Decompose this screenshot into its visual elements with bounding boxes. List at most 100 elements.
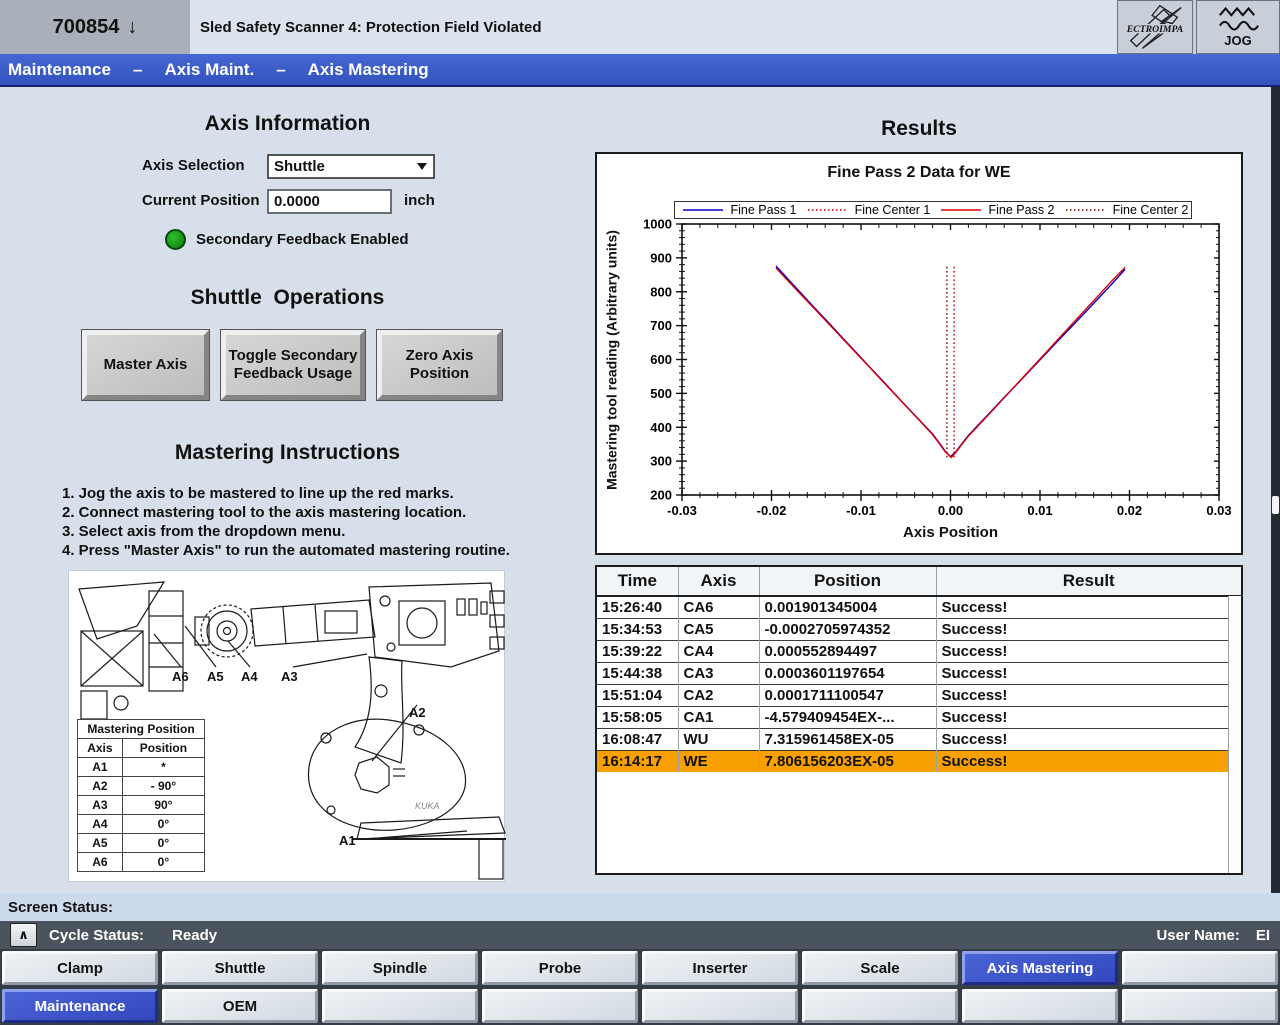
softkey-empty[interactable] — [642, 989, 798, 1023]
result-cell-position: 0.0001711100547 — [759, 685, 936, 707]
result-cell-axis: WU — [678, 729, 759, 751]
collapse-button[interactable]: ∧ — [10, 923, 37, 947]
results-col-result: Result — [936, 567, 1241, 596]
alarm-message: Sled Safety Scanner 4: Protection Field … — [190, 0, 1117, 54]
results-col-axis: Axis — [678, 567, 759, 596]
instruction-step: 3. Select axis from the dropdown menu. — [62, 522, 510, 541]
results-title: Results — [595, 117, 1243, 141]
softkey-axis-mastering[interactable]: Axis Mastering — [962, 951, 1118, 985]
softkey-empty[interactable] — [322, 989, 478, 1023]
svg-text:800: 800 — [650, 284, 672, 299]
hmi-screen: 700854 ↓ Sled Safety Scanner 4: Protecti… — [0, 0, 1280, 1025]
current-position-label: Current Position — [142, 192, 260, 209]
result-cell-position: 7.315961458EX-05 — [759, 729, 936, 751]
result-cell-time: 16:14:17 — [597, 751, 678, 773]
instruction-step: 4. Press "Master Axis" to run the automa… — [62, 541, 510, 560]
current-position-field[interactable] — [267, 189, 392, 214]
softkey-spindle[interactable]: Spindle — [322, 951, 478, 985]
result-cell-position: 0.0003601197654 — [759, 663, 936, 685]
result-row[interactable]: 15:44:38CA30.0003601197654Success! — [597, 663, 1241, 685]
arrow-down-icon: ↓ — [127, 16, 137, 39]
softkey-empty[interactable] — [962, 989, 1118, 1023]
screen-scrollbar-track — [1271, 87, 1280, 893]
result-cell-result: Success! — [936, 663, 1241, 685]
screen-status-bar: Screen Status: — [0, 893, 1280, 921]
robot-diagram: KUKA A1 A2 A3 A4 A5 A6 Mastering Positio… — [68, 570, 505, 882]
results-scrollbar-track — [1228, 596, 1241, 873]
mp-cell: A5 — [78, 834, 123, 853]
result-row[interactable]: 16:14:17WE7.806156203EX-05Success! — [597, 751, 1241, 773]
mp-row: A2- 90° — [78, 777, 205, 796]
result-cell-time: 15:58:05 — [597, 707, 678, 729]
result-cell-time: 15:51:04 — [597, 685, 678, 707]
softkey-empty[interactable] — [1122, 951, 1278, 985]
mp-col-axis: Axis — [78, 739, 123, 758]
result-cell-result: Success! — [936, 729, 1241, 751]
mp-row: A60° — [78, 853, 205, 872]
result-row[interactable]: 15:34:53CA5-0.0002705974352Success! — [597, 619, 1241, 641]
breadcrumb-separator: – — [133, 60, 142, 80]
result-row[interactable]: 15:39:22CA40.000552894497Success! — [597, 641, 1241, 663]
result-cell-position: 7.806156203EX-05 — [759, 751, 936, 773]
user-name-label: User Name: — [1156, 927, 1239, 944]
mp-row: A50° — [78, 834, 205, 853]
result-cell-position: -4.579409454EX-... — [759, 707, 936, 729]
electroimpact-logo-button[interactable]: ECTROIMPA — [1117, 0, 1193, 54]
series-fine-pass-2 — [776, 267, 1125, 457]
mastering-instructions-list: 1. Jog the axis to be mastered to line u… — [62, 484, 510, 560]
axis-label-a3: A3 — [281, 669, 298, 684]
axis-label-a2: A2 — [409, 705, 426, 720]
result-cell-result: Success! — [936, 751, 1241, 773]
softkey-inserter[interactable]: Inserter — [642, 951, 798, 985]
result-cell-position: 0.001901345004 — [759, 596, 936, 619]
softkey-empty[interactable] — [1122, 989, 1278, 1023]
mp-col-position: Position — [122, 739, 204, 758]
user-name-value: EI — [1256, 927, 1270, 944]
breadcrumb-item-maintenance: Maintenance — [8, 60, 111, 80]
mp-cell: A2 — [78, 777, 123, 796]
result-cell-axis: CA4 — [678, 641, 759, 663]
cycle-status-value: Ready — [172, 927, 217, 944]
mp-cell: 90° — [122, 796, 204, 815]
result-cell-time: 15:44:38 — [597, 663, 678, 685]
result-cell-time: 15:34:53 — [597, 619, 678, 641]
axis-selection-label: Axis Selection — [142, 157, 245, 174]
softkey-maintenance[interactable]: Maintenance — [2, 989, 158, 1023]
result-cell-result: Success! — [936, 641, 1241, 663]
shuttle-operations-title: Shuttle Operations — [0, 286, 575, 310]
jog-button[interactable]: JOG — [1196, 0, 1280, 54]
softkey-empty[interactable] — [802, 989, 958, 1023]
result-row[interactable]: 15:58:05CA1-4.579409454EX-...Success! — [597, 707, 1241, 729]
mp-cell: A3 — [78, 796, 123, 815]
softkey-empty[interactable] — [482, 989, 638, 1023]
screen-scrollbar-thumb[interactable] — [1272, 496, 1279, 514]
mp-cell: 0° — [122, 815, 204, 834]
result-cell-result: Success! — [936, 619, 1241, 641]
mastering-position-title: Mastering Position — [78, 720, 205, 739]
axis-label-a1: A1 — [339, 833, 356, 848]
jog-wave-icon — [1217, 6, 1259, 32]
result-cell-axis: WE — [678, 751, 759, 773]
axis-selection-value: Shuttle — [269, 158, 417, 175]
secondary-feedback-led — [165, 229, 186, 250]
softkey-shuttle[interactable]: Shuttle — [162, 951, 318, 985]
softkey-scale[interactable]: Scale — [802, 951, 958, 985]
softkey-probe[interactable]: Probe — [482, 951, 638, 985]
chart-svg: -0.03-0.02-0.010.000.010.020.03200300400… — [597, 154, 1241, 553]
result-cell-axis: CA5 — [678, 619, 759, 641]
alarm-bar: 700854 ↓ Sled Safety Scanner 4: Protecti… — [0, 0, 1280, 54]
softkey-clamp[interactable]: Clamp — [2, 951, 158, 985]
result-cell-position: 0.000552894497 — [759, 641, 936, 663]
zero-axis-position-button[interactable]: Zero Axis Position — [377, 330, 502, 400]
softkey-oem[interactable]: OEM — [162, 989, 318, 1023]
result-row[interactable]: 15:51:04CA20.0001711100547Success! — [597, 685, 1241, 707]
result-cell-axis: CA6 — [678, 596, 759, 619]
result-row[interactable]: 16:08:47WU7.315961458EX-05Success! — [597, 729, 1241, 751]
alarm-number-box[interactable]: 700854 ↓ — [0, 0, 190, 54]
svg-text:KUKA: KUKA — [415, 801, 440, 811]
master-axis-button[interactable]: Master Axis — [82, 330, 209, 400]
toggle-secondary-feedback-button[interactable]: Toggle Secondary Feedback Usage — [221, 330, 365, 400]
result-row[interactable]: 15:26:40CA60.001901345004Success! — [597, 596, 1241, 619]
result-cell-position: -0.0002705974352 — [759, 619, 936, 641]
axis-selection-dropdown[interactable]: Shuttle — [267, 154, 435, 179]
